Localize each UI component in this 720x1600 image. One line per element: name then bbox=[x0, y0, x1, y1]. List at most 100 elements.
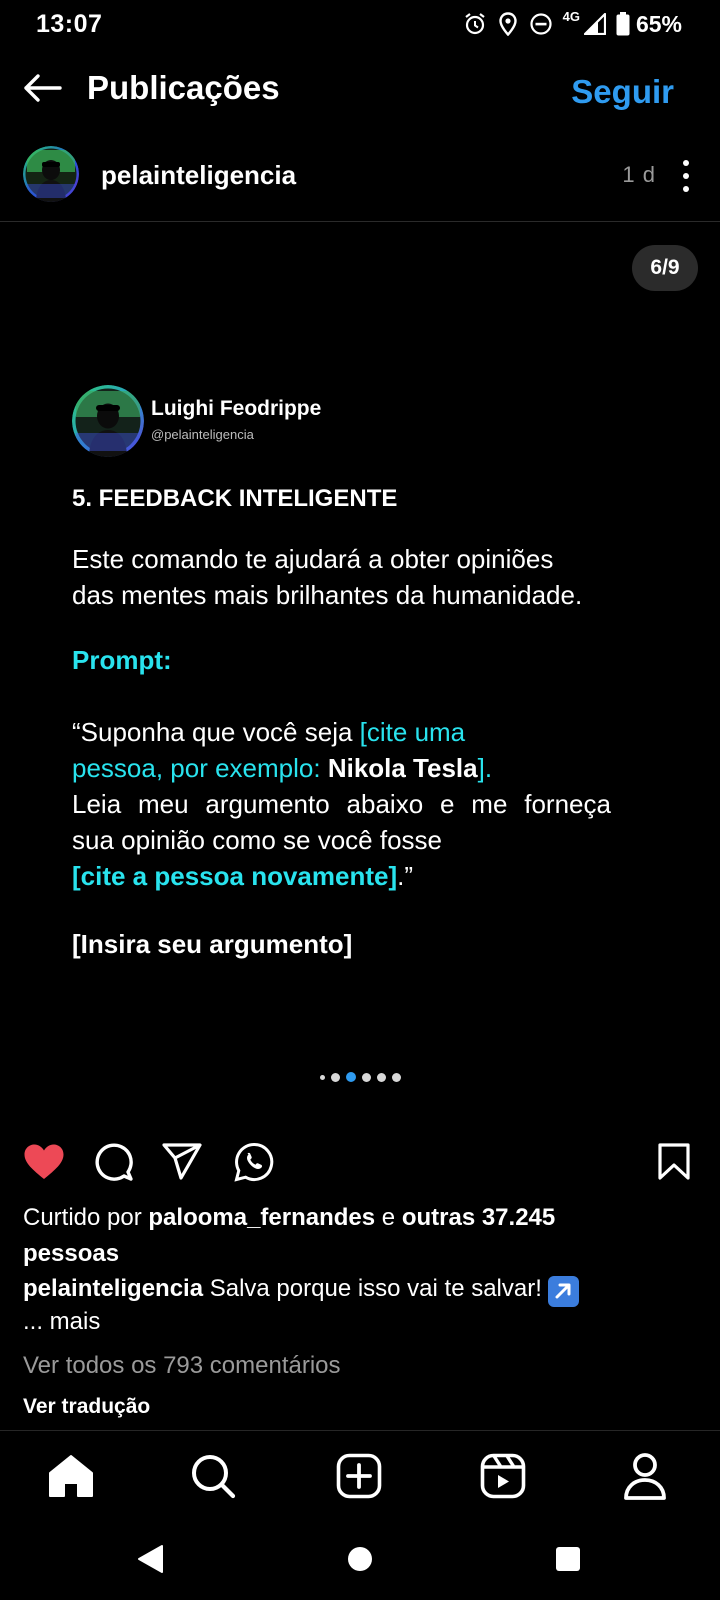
card-body: Este comando te ajudará a obter opiniões… bbox=[72, 541, 672, 613]
save-button[interactable] bbox=[652, 1142, 696, 1184]
post-age: 1 d bbox=[622, 162, 656, 187]
card-insert-argument: [Insira seu argumento] bbox=[72, 929, 353, 959]
prompt-word: argumento bbox=[205, 789, 330, 819]
arrow-up-right-emoji-icon bbox=[547, 1275, 579, 1307]
system-recents-button[interactable] bbox=[551, 1544, 585, 1578]
follow-button[interactable]: Seguir bbox=[571, 73, 674, 111]
prompt-line-1: “Suponha que você seja [cite uma bbox=[72, 714, 692, 750]
card-avatar bbox=[72, 385, 144, 457]
carousel-dot bbox=[361, 1072, 371, 1082]
prompt-line-4: sua opinião como se você fosse bbox=[72, 825, 442, 855]
carousel-dot bbox=[376, 1072, 386, 1082]
prompt-text: “Suponha que você seja bbox=[72, 717, 360, 747]
nav-reels[interactable] bbox=[478, 1453, 528, 1503]
prompt-word: abaixo bbox=[346, 789, 424, 819]
prompt-text: .” bbox=[397, 861, 414, 891]
likes-suffix[interactable]: pessoas bbox=[23, 1240, 119, 1267]
prompt-word: Leia bbox=[72, 789, 122, 819]
location-icon bbox=[497, 12, 519, 36]
more-dot bbox=[683, 186, 689, 192]
likes-prefix: Curtido por bbox=[23, 1204, 149, 1231]
arrow-left-icon bbox=[22, 73, 62, 108]
signal-icon bbox=[583, 13, 606, 35]
whatsapp-icon bbox=[234, 1142, 274, 1187]
more-dot bbox=[683, 173, 689, 179]
card-heading: 5. FEEDBACK INTELIGENTE bbox=[72, 485, 398, 512]
status-icons: 4G 65% bbox=[463, 9, 682, 39]
post-caption: pelainteligencia Salva porque isso vai t… bbox=[23, 1271, 703, 1307]
prompt-line-3: Leia meu argumento abaixo e me forneça bbox=[72, 786, 611, 822]
home-icon bbox=[347, 1546, 373, 1577]
prompt-line-5: [cite a pessoa novamente].” bbox=[72, 858, 692, 894]
status-time: 13:07 bbox=[36, 10, 103, 38]
heart-icon bbox=[23, 1143, 65, 1186]
prompt-word: forneça bbox=[524, 789, 611, 819]
prompt-word: e bbox=[439, 789, 455, 819]
battery-icon bbox=[616, 12, 630, 36]
carousel-dot bbox=[330, 1072, 340, 1082]
carousel-dots bbox=[0, 1070, 720, 1084]
battery-percentage: 65% bbox=[635, 10, 682, 37]
prompt-example-name: Nikola Tesla bbox=[327, 753, 478, 783]
new-post-icon bbox=[336, 1453, 382, 1504]
more-options-button[interactable] bbox=[678, 160, 694, 192]
card-body-line: Este comando te ajudará a obter opiniões bbox=[72, 544, 554, 574]
prompt-placeholder: [cite uma bbox=[359, 717, 466, 747]
nav-profile[interactable] bbox=[620, 1452, 670, 1505]
avatar[interactable] bbox=[23, 146, 79, 202]
caption-username[interactable]: pelainteligencia bbox=[23, 1275, 203, 1302]
nav-new-post[interactable] bbox=[334, 1453, 384, 1503]
reels-icon bbox=[480, 1453, 526, 1504]
alarm-icon bbox=[463, 12, 487, 36]
share-button[interactable] bbox=[160, 1142, 204, 1186]
post-author-row: pelainteligencia 1 d bbox=[0, 140, 720, 222]
caption-text: Salva porque isso vai te salvar! bbox=[203, 1275, 542, 1302]
recents-icon bbox=[555, 1546, 581, 1577]
card-author-name: Luighi Feodrippe bbox=[151, 397, 322, 420]
prompt-line-2: pessoa, por exemplo: Nikola Tesla]. bbox=[72, 750, 692, 786]
carousel-dot bbox=[319, 1074, 325, 1080]
back-button[interactable] bbox=[20, 70, 64, 110]
comment-button[interactable] bbox=[92, 1142, 136, 1187]
card-author-handle: @pelainteligencia bbox=[151, 427, 254, 442]
like-button[interactable] bbox=[22, 1144, 66, 1184]
share-icon bbox=[162, 1142, 202, 1186]
comment-icon bbox=[94, 1142, 134, 1187]
card-body-line: das mentes mais brilhantes da humanidade… bbox=[72, 580, 583, 610]
search-icon bbox=[190, 1453, 236, 1504]
more-dot bbox=[683, 160, 689, 166]
view-translation-link[interactable]: Ver tradução bbox=[23, 1395, 150, 1419]
status-bar: 13:07 4G 65% bbox=[0, 0, 720, 50]
carousel-dot bbox=[391, 1072, 401, 1082]
prompt-placeholder: pessoa, por exemplo: bbox=[72, 753, 328, 783]
post-media-carousel[interactable]: 6/9 Luighi Feodrippe @pelainteligencia 5… bbox=[0, 223, 720, 1103]
system-navigation bbox=[0, 1522, 720, 1600]
home-icon bbox=[48, 1454, 94, 1503]
prompt-word: meu bbox=[137, 789, 189, 819]
view-all-comments-link[interactable]: Ver todos os 793 comentários bbox=[23, 1352, 341, 1380]
card-prompt-text: “Suponha que você seja [cite uma pessoa,… bbox=[72, 714, 692, 894]
author-username[interactable]: pelainteligencia bbox=[101, 160, 296, 191]
system-home-button[interactable] bbox=[343, 1544, 377, 1578]
back-icon bbox=[136, 1544, 164, 1579]
prompt-placeholder-end: ]. bbox=[477, 753, 493, 783]
prompt-word: me bbox=[471, 789, 508, 819]
page-title: Publicações bbox=[87, 69, 280, 106]
likes-middle: e bbox=[375, 1204, 402, 1231]
nav-home[interactable] bbox=[46, 1453, 96, 1503]
card-prompt-label: Prompt: bbox=[72, 645, 172, 675]
carousel-page-counter: 6/9 bbox=[632, 245, 698, 291]
liked-by-user[interactable]: palooma_fernandes bbox=[148, 1204, 375, 1231]
whatsapp-share-button[interactable] bbox=[232, 1142, 276, 1187]
likes-summary: Curtido por palooma_fernandes e outras 3… bbox=[23, 1200, 693, 1272]
prompt-placeholder: [cite a pessoa novamente] bbox=[72, 861, 398, 891]
profile-icon bbox=[622, 1452, 668, 1505]
do-not-disturb-icon bbox=[529, 12, 553, 36]
likes-count[interactable]: outras 37.245 bbox=[402, 1204, 555, 1231]
network-type: 4G bbox=[562, 8, 580, 24]
caption-more-link[interactable]: ... mais bbox=[23, 1308, 100, 1336]
bottom-navigation bbox=[0, 1430, 720, 1520]
system-back-button[interactable] bbox=[133, 1544, 167, 1578]
post-actions bbox=[0, 1140, 720, 1188]
nav-search[interactable] bbox=[188, 1453, 238, 1503]
